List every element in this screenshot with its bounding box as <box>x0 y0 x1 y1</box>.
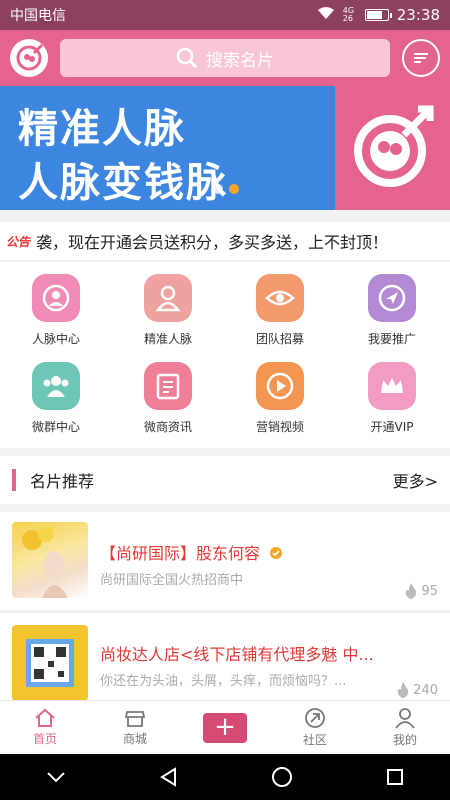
notice-tag: 公告 <box>6 234 31 249</box>
tab-shop[interactable]: 商城 <box>90 701 180 754</box>
network-label: 4G 26 <box>342 6 355 23</box>
grid-label: 团队招募 <box>255 332 304 346</box>
system-nav-bar <box>0 754 450 800</box>
card-desc: 尚研国际全国火热招商中 <box>100 573 244 588</box>
bottom-tab-bar: 首页 商城 + 社区 我的 <box>0 700 450 754</box>
news-icon <box>144 362 192 410</box>
home-circle-icon[interactable] <box>271 766 293 788</box>
grid-label: 精准人脉 <box>143 332 192 346</box>
search-input[interactable]: 搜索名片 <box>60 39 390 77</box>
search-icon <box>176 47 198 69</box>
group-icon <box>32 362 80 410</box>
user-icon <box>395 708 415 729</box>
app-logo-icon[interactable] <box>10 39 48 77</box>
grid-item-wechat-groups[interactable]: 微群中心 <box>0 362 112 435</box>
card-heat: 240 <box>396 681 438 699</box>
person-circle-icon <box>32 274 80 322</box>
grid-label: 开通VIP <box>370 420 414 434</box>
card-item[interactable]: 尚妆达人店<线下店铺有代理多魅 中... 你还在为头油，头屑，头痒，而烦恼吗？.… <box>0 612 450 701</box>
banner-line-2: 人脉变钱脉 <box>18 160 228 206</box>
banner-line-1: 精准人脉 <box>18 106 186 152</box>
clock: 23:38 <box>396 6 440 24</box>
play-icon <box>256 362 304 410</box>
carrier-label: 中国电信 <box>10 8 66 24</box>
eye-icon <box>256 274 304 322</box>
tab-mine[interactable]: 我的 <box>360 701 450 754</box>
grid-item-team-recruit[interactable]: 团队招募 <box>224 274 336 347</box>
grid-label: 微群中心 <box>31 420 80 434</box>
banner-dot-2[interactable] <box>229 184 239 194</box>
message-icon[interactable] <box>402 39 440 77</box>
verified-icon <box>270 547 283 559</box>
card-qr-thumb <box>12 625 88 701</box>
chevron-down-icon[interactable] <box>46 771 66 783</box>
tab-publish[interactable]: + <box>180 701 270 754</box>
status-bar: 中国电信 4G 26 23:38 <box>0 0 450 30</box>
card-item[interactable]: 【尚研国际】股东何容 尚研国际全国火热招商中 95 <box>0 512 450 610</box>
grid-label: 营销视频 <box>255 420 304 434</box>
grid-item-precise-contacts[interactable]: 精准人脉 <box>112 274 224 347</box>
grid-item-vip[interactable]: 开通VIP <box>336 362 448 435</box>
crown-icon <box>368 362 416 410</box>
compass-icon <box>368 274 416 322</box>
section-title: 名片推荐 <box>30 472 95 491</box>
feature-grid: 人脉中心 精准人脉 团队招募 我要推广 微群中心 微商资讯 营销视频 开通VIP <box>0 262 450 448</box>
top-bar: 搜索名片 <box>0 30 450 86</box>
back-icon[interactable] <box>159 767 179 787</box>
promo-banner[interactable]: 精准人脉 人脉变钱脉 <box>0 86 450 210</box>
card-name: 尚妆达人店<线下店铺有代理多魅 中... <box>100 645 374 664</box>
card-name-text: 【尚研国际】股东何容 <box>100 544 261 563</box>
tab-label: 商城 <box>122 732 147 746</box>
card-heat-count: 95 <box>421 583 438 599</box>
banner-dot-1[interactable] <box>213 184 223 194</box>
card-heat: 95 <box>404 582 438 600</box>
more-link[interactable]: 更多> <box>393 468 438 492</box>
home-icon <box>35 708 55 727</box>
card-heat-count: 240 <box>413 682 438 698</box>
community-icon <box>305 708 325 728</box>
wifi-icon <box>317 6 335 24</box>
grid-item-promote[interactable]: 我要推广 <box>336 274 448 347</box>
grid-label: 我要推广 <box>367 332 416 346</box>
banner-logo-icon <box>335 86 450 210</box>
battery-icon <box>364 9 392 21</box>
tab-label: 社区 <box>302 733 327 747</box>
fire-icon <box>406 583 417 599</box>
grid-item-contacts-center[interactable]: 人脉中心 <box>0 274 112 347</box>
person-icon <box>144 274 192 322</box>
grid-item-marketing-video[interactable]: 营销视频 <box>224 362 336 435</box>
tab-label: 我的 <box>392 733 417 747</box>
card-name: 【尚研国际】股东何容 <box>100 540 283 564</box>
shop-icon <box>124 711 146 727</box>
tab-home[interactable]: 首页 <box>0 701 90 754</box>
tab-community[interactable]: 社区 <box>270 701 360 754</box>
card-avatar <box>12 522 88 598</box>
grid-label: 人脉中心 <box>31 332 80 346</box>
search-placeholder: 搜索名片 <box>206 50 274 71</box>
fire-icon <box>398 682 409 698</box>
section-accent <box>12 469 16 491</box>
notice-text: 袭，现在开通会员送积分，多买多送，上不封顶！ <box>36 233 389 252</box>
notice-bar[interactable]: 公告 袭，现在开通会员送积分，多买多送，上不封顶！ <box>0 222 450 260</box>
card-desc: 你还在为头油，头屑，头痒，而烦恼吗？... <box>100 674 347 689</box>
grid-item-news[interactable]: 微商资讯 <box>112 362 224 435</box>
recent-apps-icon[interactable] <box>386 768 404 786</box>
grid-label: 微商资讯 <box>143 420 192 434</box>
recommend-header: 名片推荐 更多> <box>0 456 450 504</box>
tab-label: 首页 <box>32 732 57 746</box>
plus-icon: + <box>203 712 247 743</box>
